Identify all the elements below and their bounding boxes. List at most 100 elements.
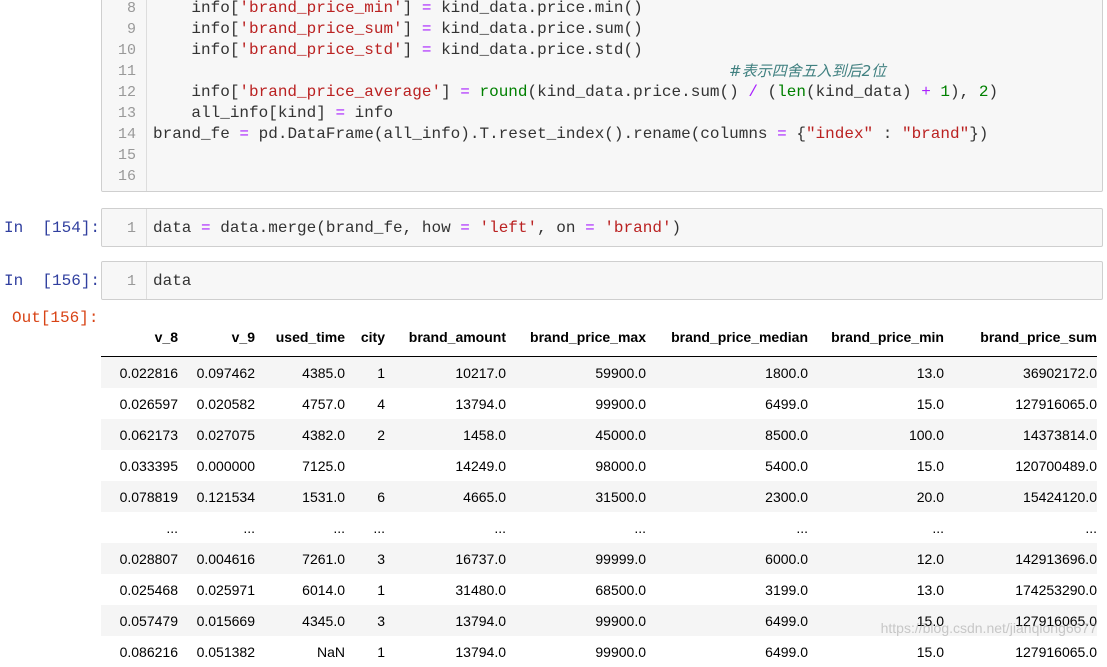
table-cell: 99900.0 bbox=[595, 643, 646, 660]
table-cell: ... bbox=[634, 519, 646, 536]
column-header: brand_price_min bbox=[808, 318, 944, 357]
table-cell: 15.0 bbox=[916, 395, 944, 412]
table-cell: 4 bbox=[377, 395, 385, 412]
table-cell: 1 bbox=[377, 643, 385, 660]
table-row: 0.078819 0.121534 1531.0 6 4665.0 31500.0 2300… bbox=[101, 481, 1097, 512]
table-cell: 6014.0 bbox=[302, 581, 345, 598]
code-line: brand_fe = pd.DataFrame(all_info).T.rese… bbox=[153, 125, 989, 143]
table-cell: 8500.0 bbox=[646, 419, 808, 450]
table-cell: 0.057479 bbox=[101, 605, 178, 636]
code-line: info['brand_price_std'] = kind_data.pric… bbox=[153, 41, 643, 59]
table-cell: 14373814.0 bbox=[944, 419, 1097, 450]
table-row: 0.026597 0.020582 4757.0 4 13794.0 99900.0 649… bbox=[101, 388, 1097, 419]
table-cell: 3 bbox=[345, 543, 385, 574]
table-row: 0.086216 0.051382 NaN 1 13794.0 99900.0 6499.0… bbox=[101, 636, 1097, 667]
table-cell: 99999.0 bbox=[506, 543, 646, 574]
column-header: brand_price_sum bbox=[944, 318, 1097, 357]
line-number: 12 bbox=[117, 84, 136, 101]
line-number: 8 bbox=[126, 0, 136, 17]
table-cell: 127916065.0 bbox=[1015, 643, 1097, 660]
table-cell: 13794.0 bbox=[455, 395, 506, 412]
table-cell: 0.025468 bbox=[119, 581, 178, 598]
table-cell: 31500.0 bbox=[506, 481, 646, 512]
table-row: 0.022816 0.097462 4385.0 1 10217.0 59900.0 180… bbox=[101, 356, 1097, 388]
table-cell: 1800.0 bbox=[646, 356, 808, 388]
line-number: 9 bbox=[126, 21, 136, 38]
table-cell: 142913696.0 bbox=[944, 543, 1097, 574]
table-cell: 99900.0 bbox=[595, 395, 646, 412]
table-cell: 68500.0 bbox=[595, 581, 646, 598]
table-cell: 6499.0 bbox=[646, 605, 808, 636]
table-cell: 7125.0 bbox=[302, 457, 345, 474]
table-cell: 0.015669 bbox=[178, 605, 255, 636]
table-cell: 127916065.0 bbox=[1015, 395, 1097, 412]
table-cell: 12.0 bbox=[808, 543, 944, 574]
table-cell: ... bbox=[494, 519, 506, 536]
table-cell: 0.028807 bbox=[101, 543, 178, 574]
table-cell: 5400.0 bbox=[765, 457, 808, 474]
code-line: info['brand_price_sum'] = kind_data.pric… bbox=[153, 20, 643, 38]
line-number: 14 bbox=[117, 126, 136, 143]
table-cell: 20.0 bbox=[808, 481, 944, 512]
table-cell: 4665.0 bbox=[385, 481, 506, 512]
table-row: ........................... bbox=[101, 512, 1097, 543]
table-cell: 45000.0 bbox=[506, 419, 646, 450]
table-cell: ... bbox=[333, 519, 345, 536]
table-cell: 4385.0 bbox=[255, 356, 345, 388]
line-number: 1 bbox=[126, 220, 136, 237]
table-cell: 0.027075 bbox=[178, 419, 255, 450]
line-number: 16 bbox=[117, 168, 136, 185]
code-line: all_info[kind] = info bbox=[153, 104, 394, 122]
table-cell: 6499.0 bbox=[765, 395, 808, 412]
line-number: 15 bbox=[117, 147, 136, 164]
column-header: v_8 bbox=[101, 318, 178, 357]
table-cell: 6499.0 bbox=[765, 643, 808, 660]
input-prompt-156: In [156]: bbox=[4, 272, 101, 290]
table-cell: 3 bbox=[345, 605, 385, 636]
table-row: 0.028807 0.004616 7261.0 3 16737.0 99999.0 600… bbox=[101, 543, 1097, 574]
table-cell: 0.020582 bbox=[196, 395, 255, 412]
table-cell: 4757.0 bbox=[302, 395, 345, 412]
table-cell: 0.000000 bbox=[196, 457, 255, 474]
table-cell: ... bbox=[166, 519, 178, 536]
code-cell-2[interactable]: 1 data = data.merge(brand_fe, how = 'lef… bbox=[101, 208, 1103, 247]
code-line: data bbox=[153, 272, 192, 290]
table-cell: 59900.0 bbox=[506, 356, 646, 388]
input-prompt-154: In [154]: bbox=[4, 219, 101, 237]
table-cell: 10217.0 bbox=[385, 356, 506, 388]
table-cell: 13.0 bbox=[916, 581, 944, 598]
table-cell: ... bbox=[373, 519, 385, 536]
table-cell: 0.097462 bbox=[178, 356, 255, 388]
table-cell: 1 bbox=[377, 581, 385, 598]
table-cell: 1531.0 bbox=[255, 481, 345, 512]
table-cell: 174253290.0 bbox=[1015, 581, 1097, 598]
table-cell: 100.0 bbox=[808, 419, 944, 450]
table-cell bbox=[345, 450, 385, 481]
dataframe-output: v_8 v_9 used_time city brand_amount brand_pri… bbox=[101, 318, 1097, 667]
table-cell: 36902172.0 bbox=[944, 356, 1097, 388]
line-number: 11 bbox=[117, 63, 136, 80]
line-number: 13 bbox=[117, 105, 136, 122]
table-cell: ... bbox=[243, 519, 255, 536]
table-row: 0.033395 0.000000 7125.0 14249.0 98000.0 5400… bbox=[101, 450, 1097, 481]
table-cell: 13794.0 bbox=[455, 643, 506, 660]
table-cell: 1 bbox=[345, 356, 385, 388]
code-cell-1[interactable]: 8 info['brand_price_min'] = kind_data.pr… bbox=[101, 0, 1103, 192]
table-cell: 0.026597 bbox=[119, 395, 178, 412]
output-prompt-156: Out[156]: bbox=[12, 309, 99, 327]
table-cell: 6000.0 bbox=[646, 543, 808, 574]
table-cell: 13794.0 bbox=[385, 605, 506, 636]
code-comment: #表示四舍五入到后2位 bbox=[729, 62, 887, 80]
table-cell: 3199.0 bbox=[765, 581, 808, 598]
code-cell-3[interactable]: 1 data bbox=[101, 261, 1103, 300]
table-cell: 0.033395 bbox=[119, 457, 178, 474]
table-header-row: v_8 v_9 used_time city brand_amount brand_pri… bbox=[101, 318, 1097, 357]
table-cell: 0.051382 bbox=[196, 643, 255, 660]
line-number: 10 bbox=[117, 42, 136, 59]
table-cell: 2300.0 bbox=[646, 481, 808, 512]
table-cell: 14249.0 bbox=[455, 457, 506, 474]
table-cell: 0.025971 bbox=[196, 581, 255, 598]
column-header: brand_price_max bbox=[506, 318, 646, 357]
table-cell: 16737.0 bbox=[385, 543, 506, 574]
column-header: brand_price_median bbox=[646, 318, 808, 357]
